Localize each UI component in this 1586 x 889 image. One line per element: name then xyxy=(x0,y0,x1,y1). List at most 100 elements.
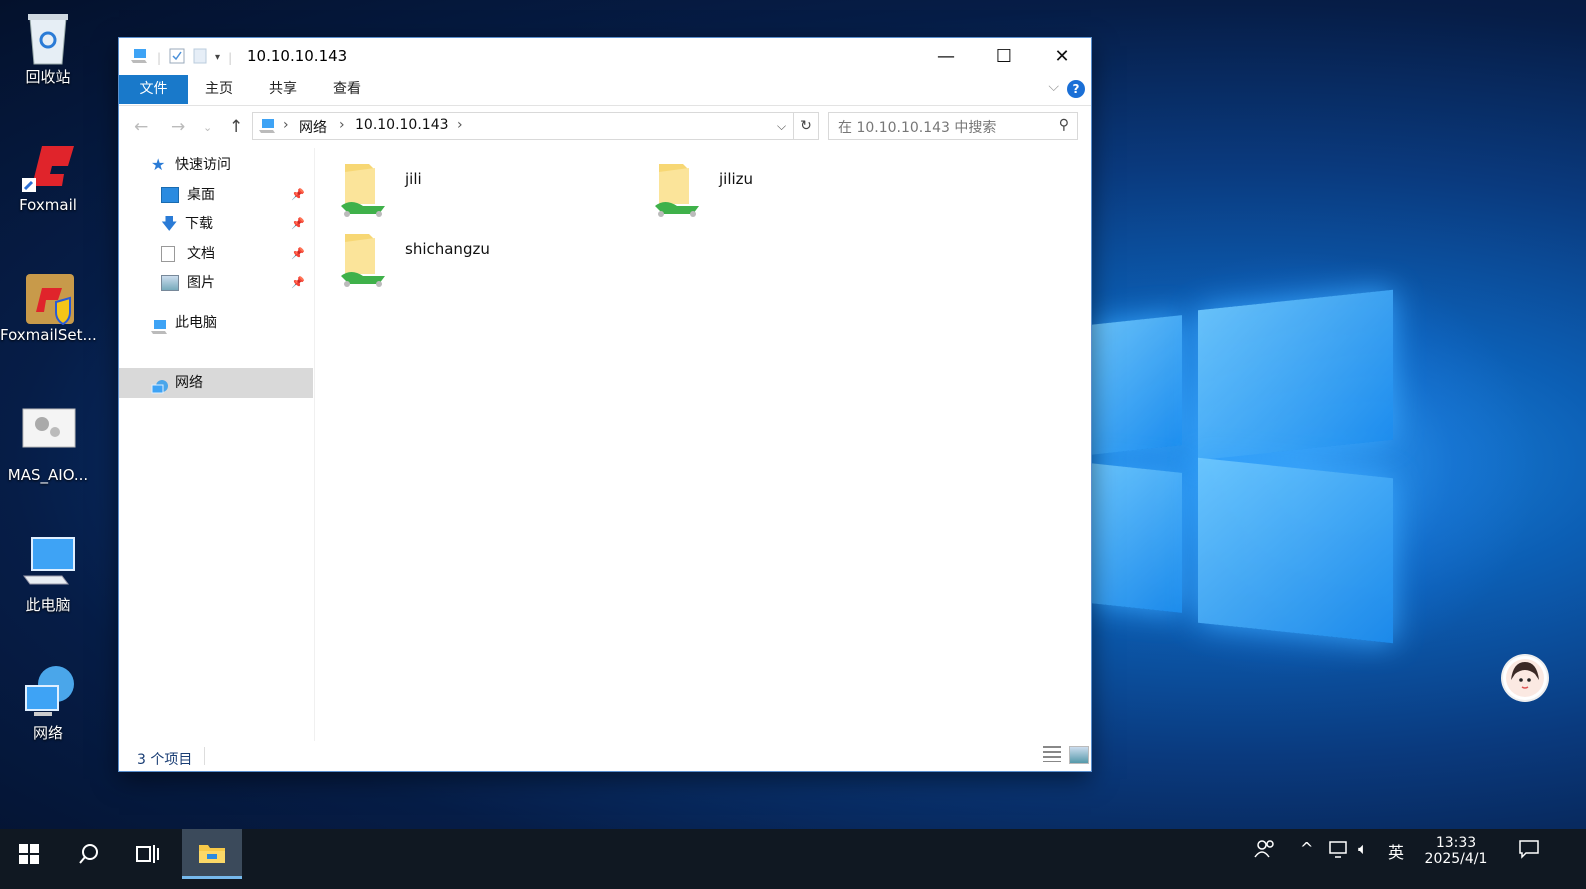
search-input[interactable]: 在 10.10.10.143 中搜索 ⚲ xyxy=(828,112,1078,140)
breadcrumb-chevron-icon[interactable]: › xyxy=(339,117,345,133)
sidebar-item-downloads[interactable]: 🡇 下载 📌 xyxy=(161,209,311,239)
expand-ribbon-chevron-icon[interactable]: ⌵ xyxy=(1048,79,1059,95)
download-arrow-icon: 🡇 xyxy=(161,214,178,233)
forward-arrow-icon[interactable]: → xyxy=(171,117,185,137)
this-pc-icon xyxy=(22,536,75,588)
network-icon xyxy=(151,376,168,394)
sidebar-item-label: 图片 xyxy=(187,275,215,291)
tab-file[interactable]: 文件 xyxy=(119,75,188,104)
desktop-folder-icon xyxy=(161,187,179,203)
explorer-window: | ▾ | 10.10.10.143 — ☐ ✕ 文件 主页 共享 查看 ⌵ ?… xyxy=(119,38,1091,771)
assistant-avatar-icon[interactable] xyxy=(1503,656,1547,700)
status-separator xyxy=(204,747,205,765)
sidebar-item-this-pc[interactable]: 此电脑 xyxy=(151,308,217,338)
taskbar: ^ 🔈︎ 英 13:33 2025/4/1 xyxy=(0,829,1586,889)
window-controls: — ☐ ✕ xyxy=(917,38,1091,75)
settings-file-icon xyxy=(22,408,76,460)
back-arrow-icon[interactable]: ← xyxy=(134,117,148,137)
close-button[interactable]: ✕ xyxy=(1033,38,1091,75)
properties-icon[interactable] xyxy=(169,48,185,67)
file-explorer-taskbar-icon[interactable] xyxy=(182,829,242,879)
volume-icon[interactable]: 🔈︎ xyxy=(1358,839,1368,859)
maximize-button[interactable]: ☐ xyxy=(975,38,1033,75)
breadcrumb-network[interactable]: 网络 xyxy=(299,117,327,137)
clock-time: 13:33 xyxy=(1435,835,1477,851)
desktop-icon-label: Foxmail xyxy=(19,196,77,214)
large-icons-view-icon[interactable] xyxy=(1069,746,1089,764)
toolbar-separator: | xyxy=(228,50,233,65)
sidebar-item-label: 快速访问 xyxy=(175,157,231,173)
pin-icon[interactable]: 📌 xyxy=(291,268,305,298)
search-icon[interactable] xyxy=(60,829,118,879)
pictures-icon xyxy=(161,275,179,291)
network-computer-icon xyxy=(131,48,149,67)
sidebar-item-pictures[interactable]: 图片 📌 xyxy=(161,268,311,298)
desktop-icon-label: FoxmailSet... xyxy=(0,326,97,344)
action-center-icon[interactable] xyxy=(1518,839,1540,863)
show-hidden-icons-chevron-icon[interactable]: ^ xyxy=(1300,839,1313,858)
desktop-icon-mas-aio[interactable]: MAS_AIO... xyxy=(0,408,96,484)
new-folder-icon[interactable] xyxy=(193,48,207,67)
network-icon xyxy=(22,664,74,716)
desktop-icon-this-pc[interactable]: 此电脑 xyxy=(0,536,96,615)
foxmail-icon xyxy=(22,138,74,192)
ime-indicator[interactable]: 英 xyxy=(1388,839,1404,863)
start-button-windows-icon[interactable] xyxy=(0,829,58,879)
minimize-button[interactable]: — xyxy=(917,38,975,75)
windows-logo-wallpaper xyxy=(1090,280,1400,650)
folder-name: jilizu xyxy=(719,170,754,188)
sidebar-item-label: 此电脑 xyxy=(175,315,217,331)
folder-name: shichangzu xyxy=(405,240,490,258)
breadcrumb-host[interactable]: 10.10.10.143 xyxy=(355,117,449,133)
tab-home[interactable]: 主页 xyxy=(189,75,249,104)
desktop-icon-network[interactable]: 网络 xyxy=(0,664,96,743)
pin-icon[interactable]: 📌 xyxy=(291,239,305,269)
task-view-icon[interactable] xyxy=(118,829,176,879)
tab-share[interactable]: 共享 xyxy=(253,75,313,104)
sidebar-item-label: 下载 xyxy=(185,216,213,232)
breadcrumb-chevron-icon[interactable]: › xyxy=(283,117,289,133)
navigation-bar: ← → ⌄ ↑ › 网络 › 10.10.10.143 › ⌵ ↻ 在 10.1… xyxy=(119,106,1091,148)
shared-folder-jilizu[interactable]: jilizu xyxy=(653,162,753,218)
sidebar-item-network[interactable]: 网络 xyxy=(119,368,313,398)
recent-locations-chevron-icon[interactable]: ⌄ xyxy=(203,121,212,134)
sidebar-item-label: 网络 xyxy=(175,375,203,391)
pin-icon[interactable]: 📌 xyxy=(291,180,305,210)
refresh-icon[interactable]: ↻ xyxy=(794,112,819,140)
shared-folder-icon xyxy=(653,162,701,218)
tab-view[interactable]: 查看 xyxy=(317,75,377,104)
foxmail-setup-icon xyxy=(22,268,74,326)
shared-folder-shichangzu[interactable]: shichangzu xyxy=(339,232,490,288)
network-status-icon[interactable] xyxy=(1328,839,1350,863)
pin-icon[interactable]: 📌 xyxy=(291,209,305,239)
sidebar-item-desktop[interactable]: 桌面 📌 xyxy=(161,180,311,210)
sidebar-item-documents[interactable]: 文档 📌 xyxy=(161,239,311,269)
shared-folder-icon xyxy=(339,232,387,288)
this-pc-icon xyxy=(151,316,167,334)
navigation-pane: ★ 快速访问 桌面 📌 🡇 下载 📌 文档 📌 图片 📌 此电脑 网络 xyxy=(119,148,315,741)
item-count: 3 个项目 xyxy=(137,752,193,768)
clock-date: 2025/4/1 xyxy=(1424,851,1488,867)
help-icon[interactable]: ? xyxy=(1067,80,1085,98)
sidebar-item-quick-access[interactable]: ★ 快速访问 xyxy=(151,150,231,180)
search-icon: ⚲ xyxy=(1058,117,1069,133)
desktop-icon-recycle-bin[interactable]: 回收站 xyxy=(0,8,96,87)
up-arrow-icon[interactable]: ↑ xyxy=(229,117,243,137)
details-view-icon[interactable] xyxy=(1043,746,1061,762)
people-icon[interactable] xyxy=(1254,839,1276,863)
desktop-icon-foxmail-setup[interactable]: FoxmailSet... xyxy=(0,268,97,344)
clock[interactable]: 13:33 2025/4/1 xyxy=(1424,835,1488,867)
document-icon xyxy=(161,246,175,262)
search-placeholder: 在 10.10.10.143 中搜索 xyxy=(838,120,997,136)
star-icon: ★ xyxy=(151,155,166,174)
breadcrumb-chevron-icon[interactable]: › xyxy=(457,117,463,133)
desktop-icon-foxmail[interactable]: Foxmail xyxy=(0,138,96,214)
address-dropdown-chevron-icon[interactable]: ⌵ xyxy=(777,119,786,134)
view-switcher xyxy=(1043,746,1089,764)
customize-quick-access-icon[interactable]: ▾ xyxy=(215,52,220,63)
network-computer-icon xyxy=(259,118,277,138)
shared-folder-jili[interactable]: jili xyxy=(339,162,422,218)
desktop-icon-label: 此电脑 xyxy=(25,596,71,614)
desktop-icon-label: 回收站 xyxy=(25,68,71,86)
address-bar[interactable]: › 网络 › 10.10.10.143 › ⌵ xyxy=(252,112,794,140)
